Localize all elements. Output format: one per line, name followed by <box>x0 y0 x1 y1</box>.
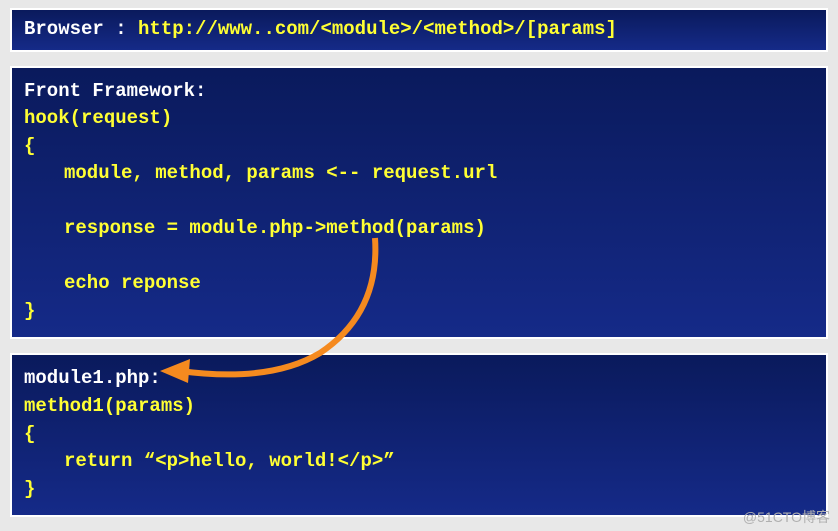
browser-url-box: Browser : http://www..com/<module>/<meth… <box>10 8 828 52</box>
framework-title: Front Framework: <box>24 78 814 106</box>
code-line-3: echo reponse <box>24 270 814 298</box>
brace-open: { <box>24 421 814 449</box>
module-title: module1.php: <box>24 365 814 393</box>
code-line-return: return “<p>hello, world!</p>” <box>24 448 814 476</box>
method-function: method1(params) <box>24 393 814 421</box>
watermark-text: @51CTO博客 <box>743 507 830 527</box>
brace-open: { <box>24 133 814 161</box>
code-line-1: module, method, params <-- request.url <box>24 160 814 188</box>
front-framework-box: Front Framework: hook(request) { module,… <box>10 66 828 340</box>
browser-url: http://www..com/<module>/<method>/[param… <box>138 18 617 40</box>
code-line-2: response = module.php->method(params) <box>24 215 814 243</box>
hook-function: hook(request) <box>24 105 814 133</box>
browser-label: Browser : <box>24 18 138 40</box>
module-php-box: module1.php: method1(params) { return “<… <box>10 353 828 517</box>
brace-close: } <box>24 476 814 504</box>
brace-close: } <box>24 298 814 326</box>
